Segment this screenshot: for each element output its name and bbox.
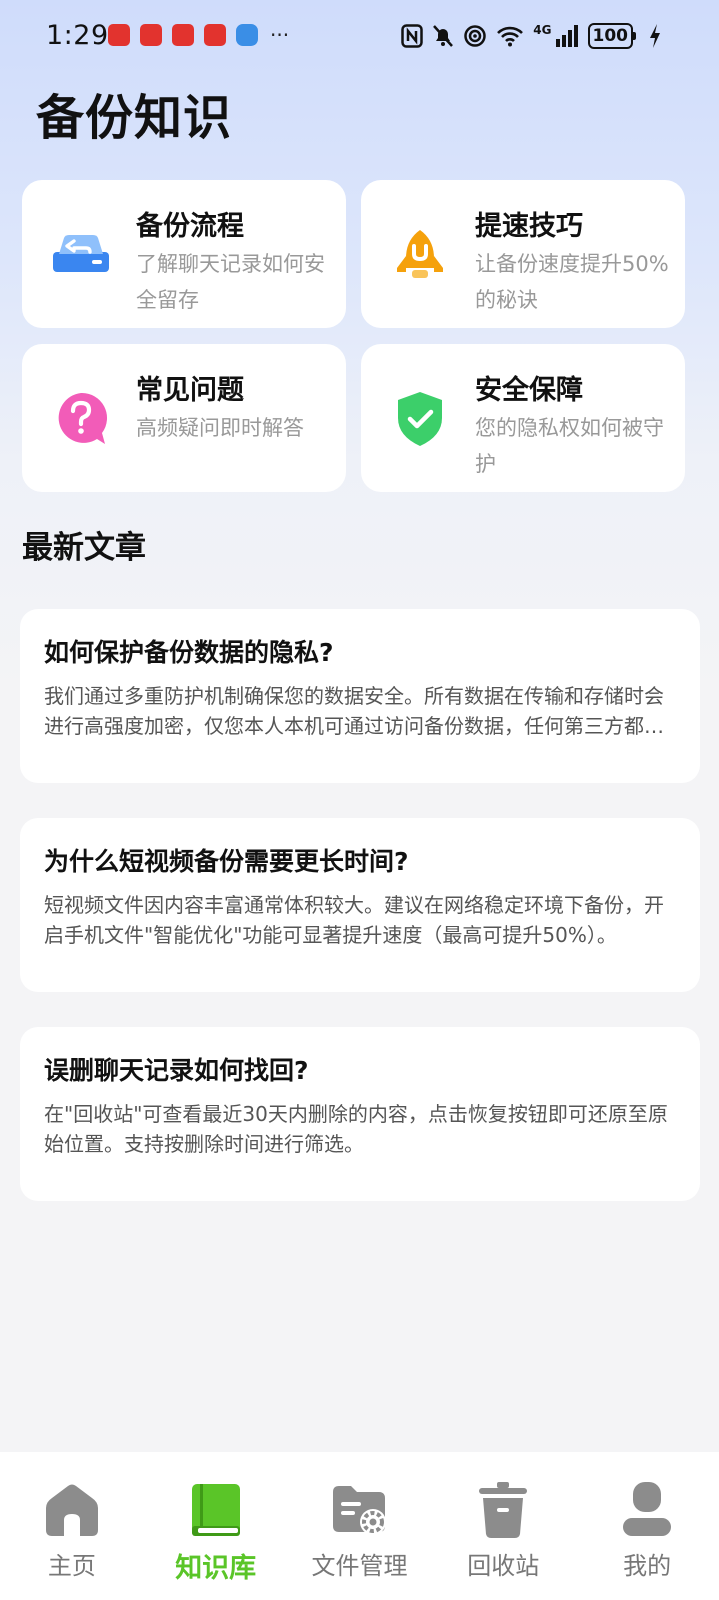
nav-label: 主页	[47, 1552, 96, 1580]
article-card[interactable]: 误删聊天记录如何找回? 在"回收站"可查看最近30天内删除的内容，点击恢复按钮即…	[20, 1027, 700, 1201]
notification-app-icon	[108, 24, 130, 46]
mute-bell-icon	[432, 24, 454, 48]
notification-app-icon	[172, 24, 194, 46]
nfc-icon	[401, 24, 424, 48]
article-summary: 我们通过多重防护机制确保您的数据安全。所有数据在传输和存储时会进行高强度加密，仅…	[44, 684, 664, 738]
status-time: 1:29	[46, 20, 109, 51]
notification-app-icon	[236, 24, 258, 46]
book-icon	[186, 1480, 246, 1540]
article-card[interactable]: 如何保护备份数据的隐私? 我们通过多重防护机制确保您的数据安全。所有数据在传输和…	[20, 609, 700, 783]
status-indicators: 4G 100	[401, 22, 661, 50]
article-title: 误删聊天记录如何找回?	[44, 1056, 309, 1085]
battery-level: 100	[587, 23, 633, 49]
article-card[interactable]: 为什么短视频备份需要更长时间? 短视频文件因内容丰富通常体积较大。建议在网络稳定…	[20, 818, 700, 992]
article-title: 如何保护备份数据的隐私?	[44, 638, 334, 667]
folder-settings-icon	[329, 1480, 389, 1540]
category-title: 提速技巧	[475, 211, 583, 242]
notification-icons: ···	[108, 24, 289, 46]
hotspot-icon	[463, 24, 487, 48]
nav-item-home[interactable]: 主页	[0, 1452, 144, 1600]
signal-icon	[555, 25, 579, 47]
question-bubble-icon	[50, 388, 112, 450]
category-description: 了解聊天记录如何安全留存	[136, 252, 325, 312]
category-title: 常见问题	[136, 375, 244, 406]
nav-item-knowledge-base[interactable]: 知识库	[144, 1452, 288, 1600]
charging-icon	[649, 24, 661, 48]
category-card-backup-process[interactable]: 备份流程 了解聊天记录如何安全留存	[22, 180, 346, 328]
nav-label: 我的	[623, 1552, 672, 1580]
nav-item-profile[interactable]: 我的	[575, 1452, 719, 1600]
category-description: 高频疑问即时解答	[136, 416, 304, 440]
page-title: 备份知识	[36, 90, 233, 146]
nav-label: 知识库	[175, 1553, 257, 1584]
user-icon	[617, 1480, 677, 1540]
wifi-icon	[496, 25, 524, 47]
battery-icon: 100	[587, 23, 636, 49]
category-card-security[interactable]: 安全保障 您的隐私权如何被守护	[361, 344, 685, 492]
nav-label: 文件管理	[311, 1552, 408, 1580]
nav-label: 回收站	[467, 1552, 540, 1580]
category-description: 您的隐私权如何被守护	[475, 416, 664, 476]
more-notifications-icon: ···	[270, 23, 290, 47]
notification-app-icon	[140, 24, 162, 46]
category-description: 让备份速度提升50%的秘诀	[475, 252, 669, 312]
category-card-speed-tips[interactable]: 提速技巧 让备份速度提升50%的秘诀	[361, 180, 685, 328]
backup-drive-icon	[50, 224, 112, 286]
category-title: 备份流程	[136, 211, 244, 242]
article-summary: 在"回收站"可查看最近30天内删除的内容，点击恢复按钮即可还原至原始位置。支持按…	[44, 1102, 668, 1156]
nav-item-file-management[interactable]: 文件管理	[288, 1452, 432, 1600]
bottom-nav: 主页 知识库 文件管理 回收站 我的	[0, 1452, 719, 1600]
category-card-faq[interactable]: 常见问题 高频疑问即时解答	[22, 344, 346, 492]
notification-app-icon	[204, 24, 226, 46]
shield-check-icon	[389, 388, 451, 450]
category-title: 安全保障	[475, 375, 583, 406]
home-icon	[42, 1480, 102, 1540]
section-title-latest-articles: 最新文章	[22, 530, 146, 566]
nav-item-recycle-bin[interactable]: 回收站	[431, 1452, 575, 1600]
network-type: 4G	[533, 23, 552, 37]
trash-icon	[473, 1480, 533, 1540]
rocket-icon	[389, 224, 451, 286]
article-summary: 短视频文件因内容丰富通常体积较大。建议在网络稳定环境下备份，开启手机文件"智能优…	[44, 893, 664, 947]
article-title: 为什么短视频备份需要更长时间?	[44, 847, 409, 876]
status-bar: 1:29 ··· 4G 100	[0, 0, 719, 74]
